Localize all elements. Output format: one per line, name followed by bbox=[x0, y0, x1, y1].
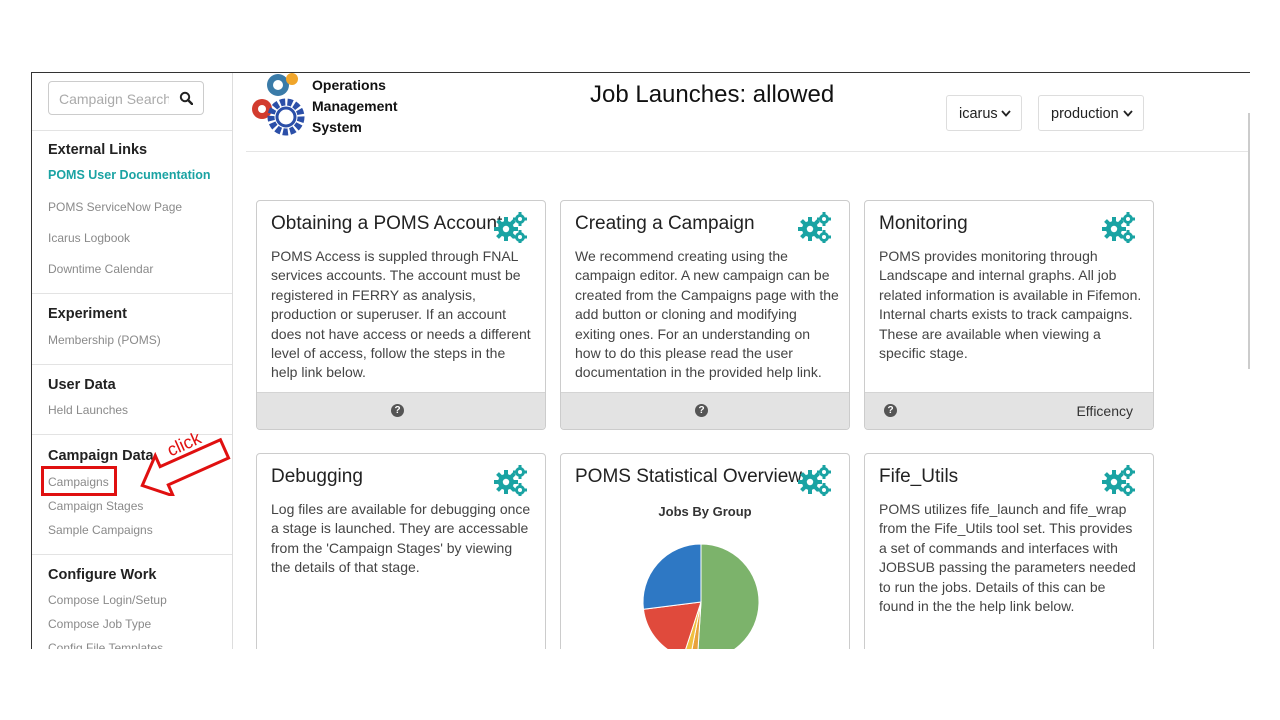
card-footer: ? Efficency bbox=[865, 392, 1153, 429]
logo-line-2: Management bbox=[312, 98, 398, 114]
link-campaign-stages[interactable]: Campaign Stages bbox=[48, 499, 143, 513]
sidebar-divider bbox=[32, 293, 232, 294]
link-icarus-logbook[interactable]: Icarus Logbook bbox=[48, 231, 130, 245]
link-config-file-templates[interactable]: Config File Templates bbox=[48, 641, 163, 649]
card-body: POMS utilizes fife_launch and fife_wrap … bbox=[879, 501, 1136, 615]
gears-icon bbox=[798, 465, 831, 496]
scrollbar[interactable] bbox=[1248, 113, 1250, 369]
experiment-select-value: icarus bbox=[959, 106, 998, 122]
section-title-user-data: User Data bbox=[48, 377, 116, 393]
section-title-configure-work: Configure Work bbox=[48, 567, 157, 583]
chevron-down-icon bbox=[1123, 110, 1133, 117]
sidebar-divider bbox=[32, 364, 232, 365]
link-compose-job-type[interactable]: Compose Job Type bbox=[48, 617, 151, 631]
card-title: Debugging bbox=[271, 466, 363, 487]
section-title-experiment: Experiment bbox=[48, 306, 127, 322]
link-poms-servicenow-page[interactable]: POMS ServiceNow Page bbox=[48, 200, 182, 214]
sidebar-divider bbox=[32, 554, 232, 555]
card-body: Log files are available for debugging on… bbox=[271, 501, 531, 576]
logo-line-1: Operations bbox=[312, 77, 386, 93]
link-held-launches[interactable]: Held Launches bbox=[48, 403, 128, 417]
card-fife-utils: Fife_Utils POMS utilizes fife_launch and… bbox=[864, 453, 1154, 649]
main-content: Operations Management System Job Launche… bbox=[246, 73, 1250, 649]
card-body: POMS provides monitoring through Landsca… bbox=[879, 248, 1142, 362]
search-icon[interactable] bbox=[179, 91, 193, 105]
gears-icon bbox=[494, 465, 527, 496]
card-creating-campaign: Creating a Campaign We recommend creatin… bbox=[560, 200, 850, 430]
click-highlight-box bbox=[41, 466, 117, 496]
card-body: POMS Access is suppled through FNAL serv… bbox=[271, 248, 531, 381]
card-title: Obtaining a POMS Account bbox=[271, 213, 503, 234]
gears-logo-icon bbox=[252, 73, 305, 136]
card-title: Fife_Utils bbox=[879, 466, 959, 487]
app-window: External Links POMS User Documentation P… bbox=[31, 72, 1250, 649]
link-membership-poms[interactable]: Membership (POMS) bbox=[48, 333, 161, 347]
page-title: Job Launches: allowed bbox=[590, 81, 835, 108]
gears-icon bbox=[494, 212, 527, 243]
card-footer: ? bbox=[257, 392, 545, 429]
card-title: Monitoring bbox=[879, 213, 968, 234]
logo-line-3: System bbox=[312, 119, 362, 135]
link-compose-login-setup[interactable]: Compose Login/Setup bbox=[48, 593, 167, 607]
logo-wordmark: Operations Management System bbox=[312, 75, 398, 138]
header-divider bbox=[246, 151, 1250, 152]
section-title-external-links: External Links bbox=[48, 142, 148, 158]
card-title: Creating a Campaign bbox=[575, 213, 755, 234]
experiment-select[interactable]: icarus bbox=[946, 95, 1022, 131]
pie-slice[interactable] bbox=[697, 543, 760, 649]
role-select[interactable]: production bbox=[1038, 95, 1144, 131]
link-sample-campaigns[interactable]: Sample Campaigns bbox=[48, 523, 153, 537]
efficiency-link[interactable]: Efficency bbox=[1076, 403, 1133, 419]
role-select-value: production bbox=[1051, 106, 1119, 122]
chart-title: Jobs By Group bbox=[658, 504, 752, 519]
card-footer: ? bbox=[561, 392, 849, 429]
campaign-search-box[interactable] bbox=[48, 81, 204, 115]
help-icon[interactable]: ? bbox=[884, 404, 897, 417]
card-debugging: Debugging Log files are available for de… bbox=[256, 453, 546, 649]
chevron-down-icon bbox=[1001, 110, 1011, 117]
poms-logo: Operations Management System bbox=[248, 73, 408, 137]
card-body: We recommend creating using the campaign… bbox=[575, 248, 839, 381]
link-poms-user-documentation[interactable]: POMS User Documentation bbox=[48, 168, 211, 182]
jobs-by-group-pie-chart[interactable] bbox=[641, 542, 761, 649]
gears-icon bbox=[1102, 465, 1135, 496]
card-obtaining-account: Obtaining a POMS Account POMS Access is … bbox=[256, 200, 546, 430]
campaign-search-input[interactable] bbox=[57, 87, 171, 111]
help-icon[interactable]: ? bbox=[391, 404, 404, 417]
gears-icon bbox=[1102, 212, 1135, 243]
card-statistical-overview: POMS Statistical Overview Jobs By Group bbox=[560, 453, 850, 649]
link-downtime-calendar[interactable]: Downtime Calendar bbox=[48, 262, 153, 276]
gears-icon bbox=[798, 212, 831, 243]
card-monitoring: Monitoring POMS provides monitoring thro… bbox=[864, 200, 1154, 430]
sidebar-divider bbox=[32, 130, 232, 131]
help-icon[interactable]: ? bbox=[695, 404, 708, 417]
pie-slice[interactable] bbox=[642, 543, 702, 610]
sidebar: External Links POMS User Documentation P… bbox=[32, 73, 233, 649]
card-title: POMS Statistical Overview bbox=[575, 466, 802, 487]
